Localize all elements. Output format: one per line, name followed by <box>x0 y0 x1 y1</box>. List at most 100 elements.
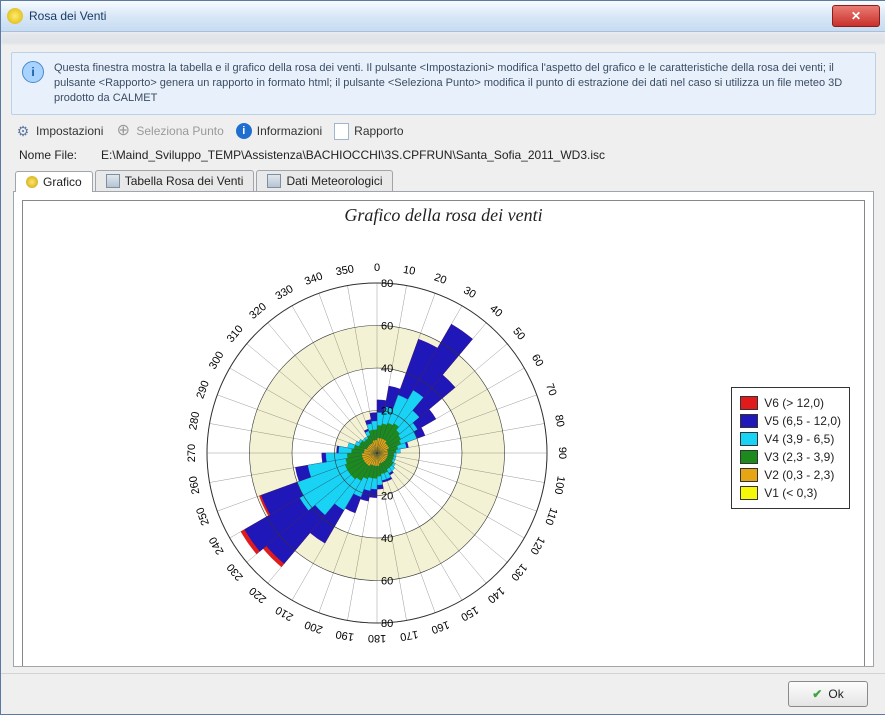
svg-text:20: 20 <box>381 490 393 502</box>
svg-text:120: 120 <box>528 534 548 556</box>
svg-text:340: 340 <box>303 270 324 288</box>
legend-label: V2 (0,3 - 2,3) <box>764 468 834 482</box>
svg-text:0: 0 <box>374 262 380 274</box>
svg-text:60: 60 <box>381 575 393 587</box>
file-label: Nome File: <box>19 148 77 162</box>
legend-row: V2 (0,3 - 2,3) <box>740 466 841 484</box>
window-title-text: Rosa dei Venti <box>29 9 106 23</box>
tab-grafico[interactable]: Grafico <box>15 171 93 192</box>
tool-rapporto[interactable]: Rapporto <box>334 123 403 140</box>
legend-label: V1 (< 0,3) <box>764 486 817 500</box>
tab-grafico-icon <box>26 176 38 188</box>
svg-text:320: 320 <box>247 300 269 321</box>
svg-text:20: 20 <box>381 405 393 417</box>
ok-button[interactable]: ✔ Ok <box>788 681 868 707</box>
legend: V6 (> 12,0) V5 (6,5 - 12,0) V4 (3,9 - 6,5)… <box>731 387 850 509</box>
svg-text:290: 290 <box>195 379 213 400</box>
svg-text:310: 310 <box>225 323 246 345</box>
file-path: E:\Maind_Sviluppo_TEMP\Assistenza\BACHIO… <box>101 148 605 162</box>
svg-text:130: 130 <box>508 561 529 583</box>
tab-table-icon <box>267 174 281 188</box>
tool-informazioni-label: Informazioni <box>257 124 322 138</box>
svg-text:80: 80 <box>381 278 393 290</box>
legend-swatch <box>740 414 758 428</box>
svg-text:10: 10 <box>402 263 416 277</box>
legend-swatch <box>740 432 758 446</box>
tab-grafico-label: Grafico <box>43 175 82 189</box>
tool-seleziona-punto: ⊕ Seleziona Punto <box>115 123 223 139</box>
footer: ✔ Ok <box>1 673 885 714</box>
tool-impostazioni[interactable]: ⚙ Impostazioni <box>15 123 103 139</box>
titlebar: Rosa dei Venti ✕ <box>1 1 885 32</box>
tool-impostazioni-label: Impostazioni <box>36 124 103 138</box>
svg-text:210: 210 <box>274 603 296 623</box>
legend-row: V1 (< 0,3) <box>740 484 841 502</box>
legend-row: V4 (3,9 - 6,5) <box>740 430 841 448</box>
tool-informazioni[interactable]: i Informazioni <box>236 123 322 139</box>
svg-text:270: 270 <box>186 443 198 461</box>
gear-icon: ⚙ <box>15 123 31 139</box>
svg-text:170: 170 <box>399 627 419 642</box>
chart-frame: Grafico della rosa dei venti 20 20 40 40 60 6… <box>22 200 865 667</box>
svg-text:190: 190 <box>335 627 355 642</box>
ok-label: Ok <box>828 687 843 701</box>
legend-label: V5 (6,5 - 12,0) <box>764 414 841 428</box>
tab-meteo-label: Dati Meteorologici <box>286 174 382 188</box>
svg-text:150: 150 <box>459 603 481 623</box>
svg-text:350: 350 <box>335 263 355 278</box>
svg-text:80: 80 <box>552 413 566 427</box>
info-circle-icon: i <box>236 123 252 139</box>
file-row: Nome File: E:\Maind_Sviluppo_TEMP\Assist… <box>1 146 885 170</box>
tab-meteo[interactable]: Dati Meteorologici <box>256 170 393 191</box>
svg-text:200: 200 <box>303 618 324 636</box>
svg-text:70: 70 <box>543 381 558 397</box>
tab-tabella-label: Tabella Rosa dei Venti <box>125 174 244 188</box>
info-panel: i Questa finestra mostra la tabella e il… <box>11 52 876 115</box>
info-text: Questa finestra mostra la tabella e il g… <box>54 61 865 106</box>
svg-text:20: 20 <box>433 271 449 286</box>
svg-text:30: 30 <box>461 284 478 301</box>
svg-text:230: 230 <box>225 561 246 583</box>
chart-title: Grafico della rosa dei venti <box>23 201 864 228</box>
legend-swatch <box>740 396 758 410</box>
legend-label: V3 (2,3 - 3,9) <box>764 450 834 464</box>
close-button[interactable]: ✕ <box>832 5 880 27</box>
svg-text:110: 110 <box>542 506 559 527</box>
legend-swatch <box>740 468 758 482</box>
check-icon: ✔ <box>812 687 822 701</box>
svg-text:80: 80 <box>381 618 393 630</box>
info-icon: i <box>22 61 44 83</box>
svg-text:40: 40 <box>381 363 393 375</box>
ribbon-blur <box>1 32 885 44</box>
svg-text:160: 160 <box>430 618 451 636</box>
legend-label: V4 (3,9 - 6,5) <box>764 432 834 446</box>
report-icon <box>334 123 349 140</box>
svg-text:260: 260 <box>187 475 202 495</box>
svg-text:220: 220 <box>247 584 269 605</box>
chart-panel: Grafico della rosa dei venti 20 20 40 40 60 6… <box>13 191 874 667</box>
svg-text:300: 300 <box>207 349 227 371</box>
tab-table-icon <box>106 174 120 188</box>
tool-rapporto-label: Rapporto <box>354 124 403 138</box>
svg-text:40: 40 <box>381 533 393 545</box>
tool-seleziona-label: Seleziona Punto <box>136 124 223 138</box>
window-title: Rosa dei Venti <box>7 8 832 24</box>
svg-text:330: 330 <box>274 283 296 303</box>
svg-text:280: 280 <box>187 410 202 430</box>
legend-label: V6 (> 12,0) <box>764 396 824 410</box>
toolbar: ⚙ Impostazioni ⊕ Seleziona Punto i Infor… <box>1 115 885 146</box>
legend-swatch <box>740 486 758 500</box>
svg-text:100: 100 <box>552 475 567 495</box>
svg-text:140: 140 <box>485 584 507 605</box>
svg-text:60: 60 <box>381 320 393 332</box>
plus-icon: ⊕ <box>115 123 131 139</box>
svg-text:60: 60 <box>529 352 546 369</box>
svg-text:240: 240 <box>207 534 227 556</box>
svg-text:40: 40 <box>488 302 505 319</box>
legend-row: V5 (6,5 - 12,0) <box>740 412 841 430</box>
svg-text:180: 180 <box>368 632 386 644</box>
tab-tabella[interactable]: Tabella Rosa dei Venti <box>95 170 255 191</box>
legend-swatch <box>740 450 758 464</box>
plot-wrap: 2020404060608080010203040506070809010011… <box>23 228 864 667</box>
wind-rose-plot: 2020404060608080010203040506070809010011… <box>23 228 731 667</box>
